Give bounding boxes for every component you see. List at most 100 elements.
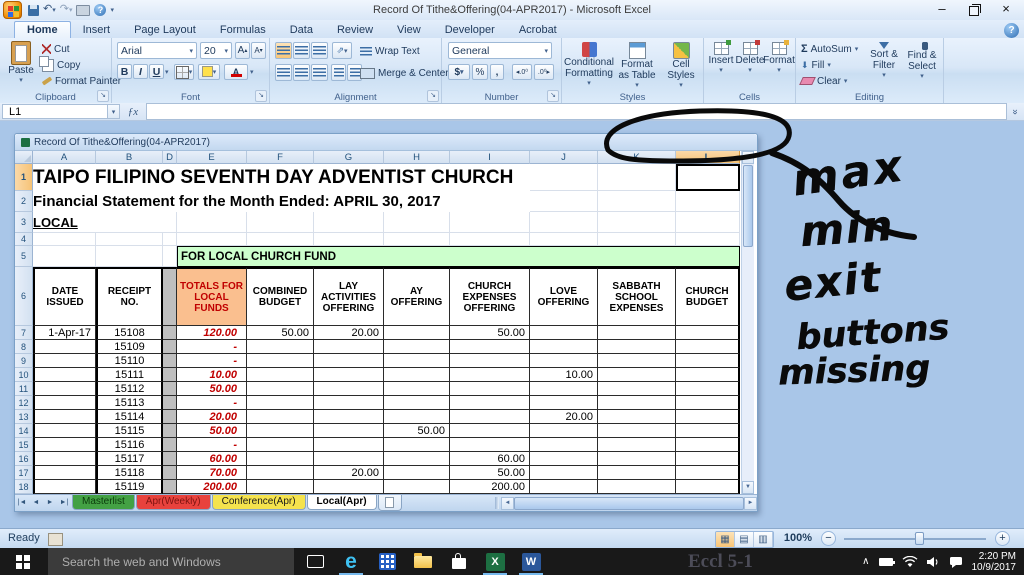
underline-button[interactable]: U	[149, 64, 164, 79]
start-button[interactable]	[0, 548, 46, 575]
cell-G3[interactable]	[314, 212, 384, 233]
shrink-font-button[interactable]: A ▾	[251, 42, 266, 59]
cell-J3[interactable]	[530, 212, 598, 233]
cell-L3[interactable]	[676, 212, 740, 233]
wrap-text-button[interactable]: Wrap Text	[360, 43, 420, 59]
cell-H8[interactable]	[384, 340, 450, 354]
app-grid-button[interactable]	[370, 548, 404, 575]
cell-A16[interactable]	[33, 452, 96, 466]
column-header-L[interactable]: L	[676, 151, 740, 164]
table-header-I[interactable]: CHURCH EXPENSES OFFERING	[450, 267, 530, 326]
cell-K4[interactable]	[598, 233, 676, 246]
expand-formula-bar-icon[interactable]: «	[1009, 105, 1023, 118]
cell-D9[interactable]	[163, 354, 177, 368]
tab-developer[interactable]: Developer	[433, 22, 507, 39]
cell-L4[interactable]	[676, 233, 740, 246]
store-button[interactable]	[442, 548, 476, 575]
table-header-K[interactable]: SABBATH SCHOOL EXPENSES	[598, 267, 676, 326]
column-header-F[interactable]: F	[247, 151, 314, 164]
cell-D18[interactable]	[163, 480, 177, 494]
column-header-K[interactable]: K	[598, 151, 676, 164]
cell-A11[interactable]	[33, 382, 96, 396]
tab-review[interactable]: Review	[325, 22, 385, 39]
grow-font-button[interactable]: A ▴	[235, 42, 250, 59]
borders-button[interactable]: ▾	[174, 64, 194, 80]
cell-D10[interactable]	[163, 368, 177, 382]
cell-L10[interactable]	[676, 368, 740, 382]
cell-J7[interactable]	[530, 326, 598, 340]
font-size-select[interactable]: 20 ▾	[200, 42, 232, 59]
merge-center-button[interactable]: Merge & Center▾	[360, 65, 455, 81]
cell-G8[interactable]	[314, 340, 384, 354]
cell-J14[interactable]	[530, 424, 598, 438]
edge-button[interactable]: e	[334, 548, 368, 575]
church-title-cell[interactable]: TAIPO FILIPINO SEVENTH DAY ADVENTIST CHU…	[33, 164, 530, 191]
cell-L15[interactable]	[676, 438, 740, 452]
alignment-dialog-launcher[interactable]: ↘	[427, 90, 439, 102]
table-header-H[interactable]: AY OFFERING	[384, 267, 450, 326]
clipboard-dialog-launcher[interactable]: ↘	[97, 90, 109, 102]
cell-H7[interactable]	[384, 326, 450, 340]
cell-F8[interactable]	[247, 340, 314, 354]
cell-G7[interactable]: 20.00	[314, 326, 384, 340]
cell-L17[interactable]	[676, 466, 740, 480]
format-as-table-button[interactable]: Format as Table ▾	[614, 41, 660, 91]
cell-K15[interactable]	[598, 438, 676, 452]
cell-L7[interactable]	[676, 326, 740, 340]
clock[interactable]: 2:20 PM 10/9/2017	[972, 551, 1017, 573]
cell-F7[interactable]: 50.00	[247, 326, 314, 340]
tab-page-layout[interactable]: Page Layout	[122, 22, 208, 39]
cell-I3[interactable]	[450, 212, 530, 233]
cell-I9[interactable]	[450, 354, 530, 368]
sort-filter-button[interactable]: Sort & Filter ▾	[864, 41, 904, 91]
cell-H17[interactable]	[384, 466, 450, 480]
cell-F18[interactable]	[247, 480, 314, 494]
orientation-button[interactable]: ⇗ ▾	[332, 42, 352, 59]
cell-J12[interactable]	[530, 396, 598, 410]
tab-insert[interactable]: Insert	[71, 22, 123, 39]
row-header-5[interactable]: 5	[15, 246, 33, 267]
vertical-scroll-track[interactable]	[742, 248, 754, 481]
battery-icon[interactable]	[878, 557, 895, 566]
table-header-D[interactable]	[163, 267, 177, 326]
font-color-button[interactable]: A	[224, 64, 248, 80]
cell-B4[interactable]	[96, 233, 163, 246]
cell-A12[interactable]	[33, 396, 96, 410]
zoom-out-button[interactable]: −	[821, 531, 836, 546]
row-header-2[interactable]: 2	[15, 191, 33, 212]
speaker-icon[interactable]	[926, 556, 940, 568]
cell-G16[interactable]	[314, 452, 384, 466]
cell-H10[interactable]	[384, 368, 450, 382]
page-layout-view-icon[interactable]: ▤	[735, 532, 754, 547]
notification-icon[interactable]	[949, 556, 963, 568]
cell-L2[interactable]	[676, 191, 740, 212]
tab-view[interactable]: View	[385, 22, 433, 39]
sheet-tab-local-apr-[interactable]: Local(Apr)	[306, 495, 377, 510]
cell-E3[interactable]	[177, 212, 247, 233]
zoom-in-button[interactable]: +	[995, 531, 1010, 546]
close-button[interactable]: ×	[990, 0, 1022, 19]
cell-J9[interactable]	[530, 354, 598, 368]
cell-B5[interactable]	[96, 246, 163, 267]
column-header-H[interactable]: H	[384, 151, 450, 164]
decrease-decimal-button[interactable]: .0⁰▸	[534, 64, 554, 80]
copy-button[interactable]: Copy	[39, 55, 121, 73]
insert-worksheet-tab[interactable]	[377, 495, 402, 511]
cell-I4[interactable]	[450, 233, 530, 246]
cell-K18[interactable]	[598, 480, 676, 494]
cell-E10[interactable]: 10.00	[177, 368, 247, 382]
cell-D4[interactable]	[163, 233, 177, 246]
normal-view-icon[interactable]: ▦	[716, 532, 735, 547]
selected-cell-L1[interactable]	[676, 164, 740, 191]
cell-D12[interactable]	[163, 396, 177, 410]
cell-E11[interactable]: 50.00	[177, 382, 247, 396]
cell-D13[interactable]	[163, 410, 177, 424]
align-top-button[interactable]	[275, 42, 292, 59]
paste-button[interactable]: Paste ▾	[2, 40, 40, 90]
cell-G12[interactable]	[314, 396, 384, 410]
name-box[interactable]: L1	[2, 104, 108, 119]
cell-I14[interactable]	[450, 424, 530, 438]
cell-J1[interactable]	[530, 164, 598, 191]
horizontal-scroll-thumb[interactable]	[514, 496, 744, 510]
cell-D7[interactable]	[163, 326, 177, 340]
